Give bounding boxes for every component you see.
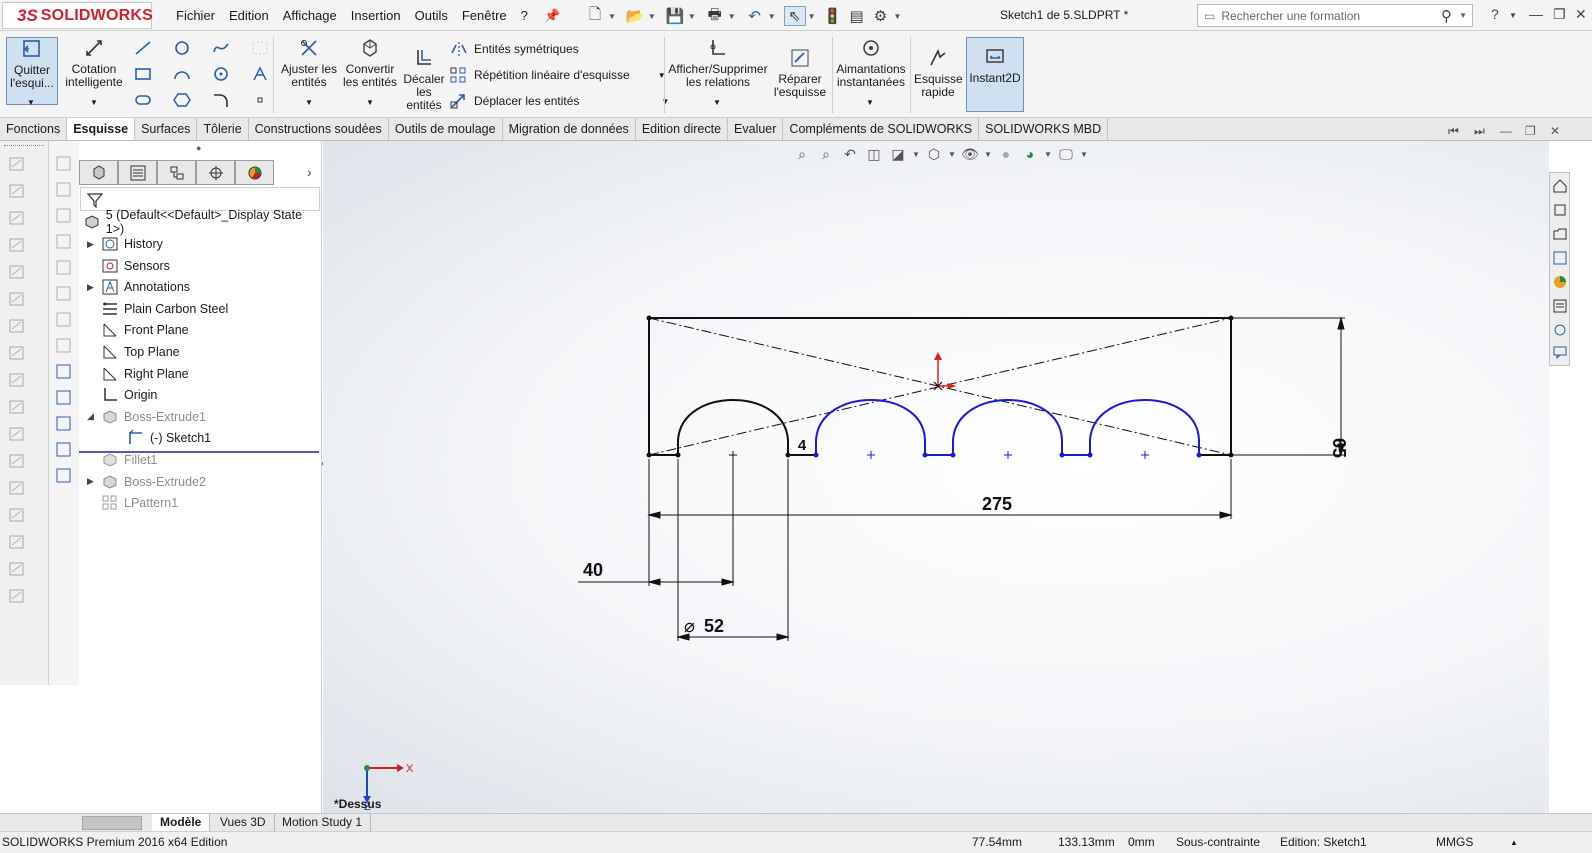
status-units-dropdown-icon[interactable]: ▲ xyxy=(1510,838,1518,847)
solidworks-resources-icon[interactable] xyxy=(1553,179,1567,193)
task-pane-tabs xyxy=(1549,172,1570,366)
dim-height-text[interactable]: 65 xyxy=(1329,438,1349,458)
appearances-icon[interactable] xyxy=(1553,275,1567,289)
bottom-tab-mod-le[interactable]: Modèle xyxy=(152,814,211,832)
view-settings-dropdown-icon[interactable]: ▼ xyxy=(1078,143,1090,165)
file-explorer-icon[interactable] xyxy=(1553,227,1567,241)
model-view-tabs: Modèle Vues 3D Motion Study 1 xyxy=(0,813,1592,832)
triad-x-label: X xyxy=(406,763,414,775)
bottom-tab-vues-3d[interactable]: Vues 3D xyxy=(212,814,275,832)
hide-show-items-icon[interactable]: 👁 xyxy=(958,143,982,165)
dim-gap-text[interactable]: 4 xyxy=(798,437,807,454)
dynamic-annotation-icon[interactable]: ◪ xyxy=(886,143,910,165)
bottom-tab-motion-study-1[interactable]: Motion Study 1 xyxy=(274,814,372,832)
forum-icon[interactable] xyxy=(1553,323,1567,337)
sketch-origin-icon[interactable] xyxy=(933,352,956,391)
zoom-to-fit-icon[interactable]: ⌕ xyxy=(790,143,814,165)
arch-profile[interactable] xyxy=(952,398,1063,455)
sketch-canvas[interactable]: 275 65 4 40 ⌀ 52 X Z xyxy=(0,0,1592,853)
apply-scene-icon[interactable]: ◕ xyxy=(1018,143,1042,165)
status-editing: Edition: Sketch1 xyxy=(1280,835,1367,849)
heads-up-view-toolbar: ⌕ ⌕ ↶ ◫ ◪ ▼ ⬡ ▼ 👁 ▼ ● ◕ ▼ 🖵 ▼ xyxy=(790,143,1090,165)
design-library-icon[interactable] xyxy=(1553,203,1567,217)
orientation-dropdown-icon[interactable]: ▼ xyxy=(946,143,958,165)
status-y-coordinate: 133.13mm xyxy=(1058,835,1115,849)
status-units[interactable]: MMGS xyxy=(1436,835,1473,849)
status-product: SOLIDWORKS Premium 2016 x64 Edition xyxy=(2,835,228,849)
dim-offset-text[interactable]: 40 xyxy=(583,560,603,580)
scene-dropdown-icon[interactable]: ▼ xyxy=(1042,143,1054,165)
arch-profile[interactable] xyxy=(815,398,926,455)
dim-diameter-text[interactable]: 52 xyxy=(704,616,724,636)
dimension-275[interactable] xyxy=(647,459,1233,519)
status-x-coordinate: 77.54mm xyxy=(972,835,1023,849)
zoom-to-area-icon[interactable]: ⌕ xyxy=(814,143,838,165)
diameter-symbol-icon: ⌀ xyxy=(684,616,695,636)
status-sketch-state: Sous-contrainte xyxy=(1176,835,1261,849)
chat-icon[interactable] xyxy=(1553,345,1567,359)
annotation-dropdown-icon[interactable]: ▼ xyxy=(910,143,922,165)
arch-profile[interactable] xyxy=(1089,398,1200,455)
arch-profile[interactable] xyxy=(677,398,789,455)
view-palette-icon[interactable] xyxy=(1553,251,1567,265)
view-orientation-icon[interactable]: ⬡ xyxy=(922,143,946,165)
hide-show-dropdown-icon[interactable]: ▼ xyxy=(982,143,994,165)
status-z-coordinate: 0mm xyxy=(1128,835,1155,849)
previous-view-icon[interactable]: ↶ xyxy=(838,143,862,165)
edit-appearance-icon[interactable]: ● xyxy=(994,143,1018,165)
dim-width-text[interactable]: 275 xyxy=(982,494,1012,514)
custom-properties-icon[interactable] xyxy=(1553,299,1567,313)
view-settings-icon[interactable]: 🖵 xyxy=(1054,143,1078,165)
tab-scroll-buttons[interactable] xyxy=(82,816,142,830)
dimension-65[interactable] xyxy=(1233,316,1345,457)
view-orientation-label: *Dessus xyxy=(334,797,382,811)
section-view-icon[interactable]: ◫ xyxy=(862,143,886,165)
status-bar: SOLIDWORKS Premium 2016 x64 Edition 77.5… xyxy=(0,831,1592,853)
